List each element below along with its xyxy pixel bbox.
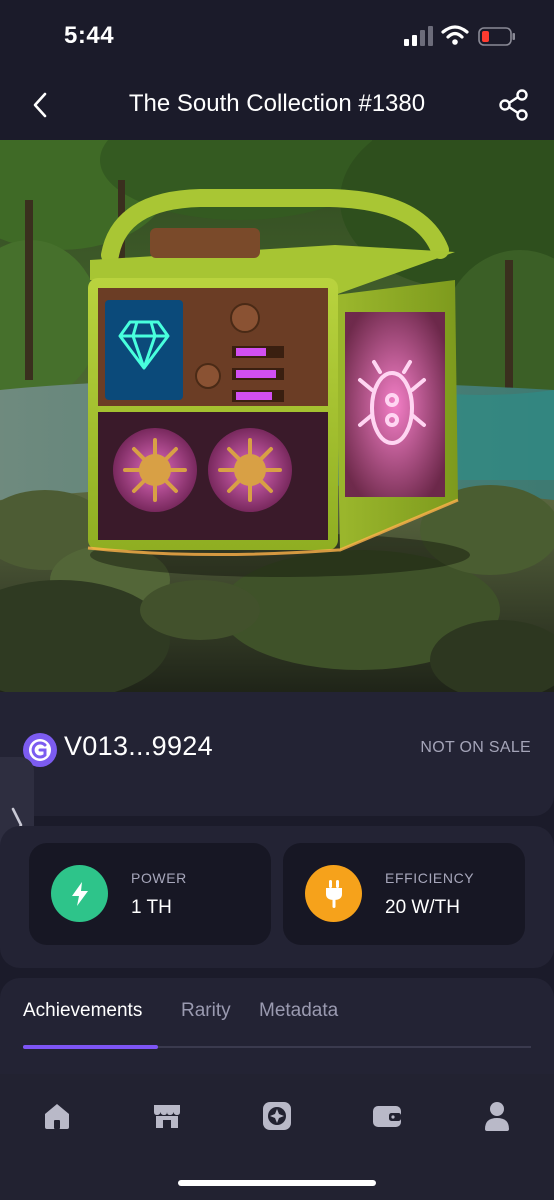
wifi-icon xyxy=(441,25,469,45)
tab-rarity[interactable]: Rarity xyxy=(181,1000,231,1022)
plug-icon xyxy=(305,865,362,922)
active-tab-indicator xyxy=(23,1045,158,1049)
lightning-icon xyxy=(51,865,108,922)
power-value: 1 TH xyxy=(131,897,172,918)
tab-achievements[interactable]: Achievements xyxy=(23,1000,142,1022)
nft-artwork xyxy=(0,140,554,692)
wallet-logo-icon xyxy=(29,739,51,761)
power-label: POWER xyxy=(131,870,187,886)
power-stat: POWER 1 TH xyxy=(29,843,271,945)
profile-icon[interactable] xyxy=(479,1098,515,1134)
efficiency-value: 20 W/TH xyxy=(385,897,460,918)
nav-bar: The South Collection #1380 xyxy=(0,70,554,140)
efficiency-stat: EFFICIENCY 20 W/TH xyxy=(283,843,525,945)
home-icon[interactable] xyxy=(39,1098,75,1134)
status-bar: 5:44 xyxy=(0,0,554,70)
status-time: 5:44 xyxy=(64,22,115,49)
miner-icon[interactable] xyxy=(259,1098,295,1134)
bottom-nav xyxy=(0,1074,554,1200)
tabs-card: Achievements Rarity Metadata xyxy=(0,978,554,1074)
nft-image xyxy=(0,140,554,692)
back-icon[interactable] xyxy=(26,90,56,120)
stats-card: POWER 1 TH EFFICIENCY 20 W/TH xyxy=(0,826,554,968)
home-indicator xyxy=(178,1180,376,1186)
page-title: The South Collection #1380 xyxy=(128,90,426,117)
battery-icon xyxy=(478,27,515,46)
efficiency-label: EFFICIENCY xyxy=(385,870,475,886)
store-icon[interactable] xyxy=(149,1098,185,1134)
owner-card: V013...9924 NOT ON SALE xyxy=(0,692,554,816)
share-icon[interactable] xyxy=(498,88,530,122)
signal-icon xyxy=(404,26,433,46)
tab-metadata[interactable]: Metadata xyxy=(259,1000,338,1022)
owner-address[interactable]: V013...9924 xyxy=(64,731,213,762)
wallet-icon[interactable] xyxy=(369,1098,405,1134)
sale-status: NOT ON SALE xyxy=(420,739,531,756)
